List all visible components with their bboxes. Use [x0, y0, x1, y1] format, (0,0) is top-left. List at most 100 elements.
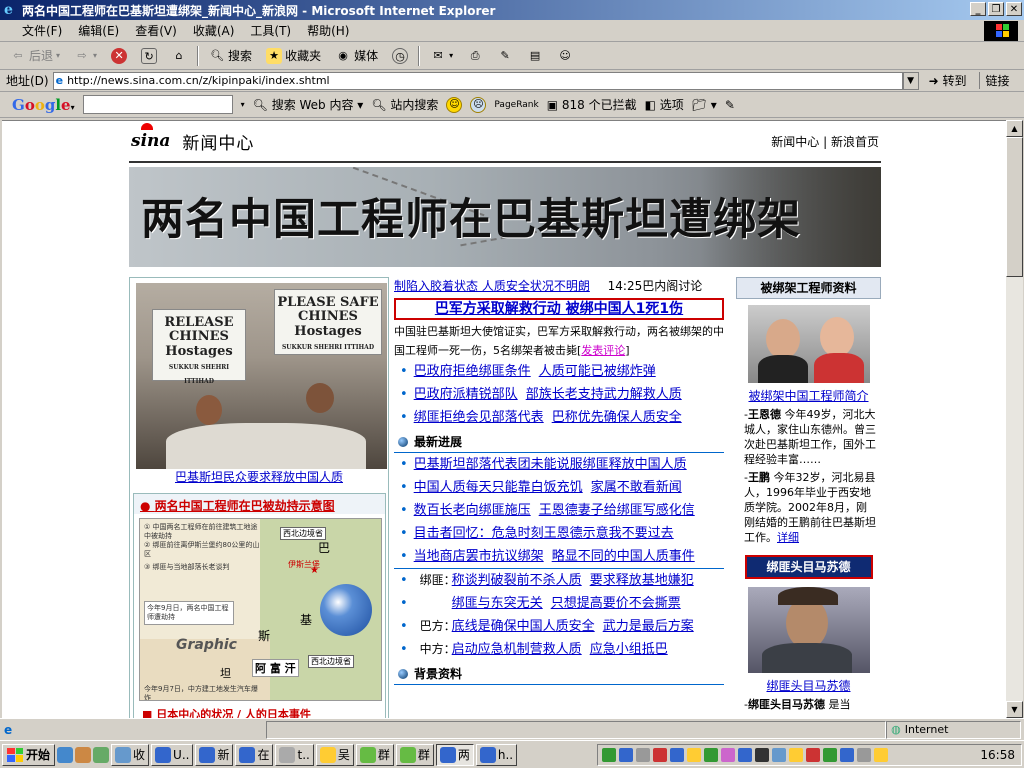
site-search-button[interactable]: 🔍︎ 站内搜索: [371, 96, 438, 113]
history-button[interactable]: ◷: [388, 47, 412, 64]
menu-favorites[interactable]: 收藏(A): [185, 22, 243, 39]
print-button[interactable]: ⎙: [463, 48, 487, 64]
map-title[interactable]: ● 两名中国工程师在巴被劫持示意图: [134, 494, 385, 514]
minimize-button[interactable]: _: [970, 2, 986, 16]
print-icon: ⎙: [470, 48, 480, 62]
clock[interactable]: 16:58: [980, 748, 1015, 762]
more-link[interactable]: 详细: [777, 531, 799, 544]
engineer-photo[interactable]: [747, 305, 870, 383]
ie-logo-icon: e: [4, 2, 13, 18]
nav-news-center[interactable]: 新闻中心: [771, 135, 819, 149]
quicklaunch-ie-icon[interactable]: [57, 746, 74, 763]
tray-icon[interactable]: [619, 748, 633, 762]
kidnapper-leader-button[interactable]: 绑匪头目马苏德: [744, 555, 873, 579]
quicklaunch-app-icon[interactable]: [93, 746, 110, 763]
menu-tools[interactable]: 工具(T): [242, 22, 299, 39]
kidnapper-photo-caption[interactable]: 绑匪头目马苏德: [766, 679, 850, 693]
left-column: RELEASE CHINES Hostages SUKKUR SHEHRI ITT…: [129, 277, 389, 718]
highlight-icon[interactable]: ✎: [725, 98, 735, 112]
tray-icon[interactable]: [636, 748, 650, 762]
protest-photo[interactable]: RELEASE CHINES Hostages SUKKUR SHEHRI ITT…: [136, 283, 387, 469]
tray-icon[interactable]: [874, 748, 888, 762]
options-button[interactable]: ◧ 选项: [645, 96, 684, 113]
vote-up-icon[interactable]: ☺: [446, 96, 463, 113]
protest-photo-caption[interactable]: 巴基斯坦民众要求释放中国人质: [175, 470, 343, 484]
taskbar-item[interactable]: 新: [195, 743, 234, 766]
tray-icon[interactable]: [602, 748, 616, 762]
folder-up-icon[interactable]: 📁︎ ▾: [692, 98, 717, 112]
tray-icon[interactable]: [806, 748, 820, 762]
go-button[interactable]: ➜ 转到: [929, 72, 967, 89]
kidnap-map[interactable]: ① 中国两名工程师在前往建筑工地途中被劫持 ② 绑匪前往离伊斯兰堡约80公里的山…: [139, 518, 382, 701]
media-button[interactable]: ◉ 媒体: [331, 47, 382, 64]
messenger-button[interactable]: ☺: [553, 48, 577, 64]
taskbar-item[interactable]: 群: [395, 743, 434, 766]
vote-down-icon[interactable]: ☹: [470, 96, 487, 113]
address-label: 地址(D): [6, 74, 49, 88]
scroll-down-button[interactable]: ▼: [1006, 701, 1023, 718]
page-icon: e: [55, 74, 64, 87]
tray-icon[interactable]: [687, 748, 701, 762]
scroll-up-button[interactable]: ▲: [1006, 120, 1023, 137]
taskbar-item[interactable]: 群: [355, 743, 394, 766]
menu-file[interactable]: 文件(F): [14, 22, 70, 39]
quicklaunch-desktop-icon[interactable]: [75, 746, 92, 763]
stop-button[interactable]: ✕: [107, 47, 131, 64]
tray-icon[interactable]: [840, 748, 854, 762]
address-input[interactable]: e http://news.sina.com.cn/z/kipinpaki/in…: [52, 71, 903, 90]
sina-logo[interactable]: sina: [131, 123, 170, 151]
nav-sina-home[interactable]: 新浪首页: [831, 135, 879, 149]
kidnapper-photo[interactable]: [747, 587, 870, 673]
search-button[interactable]: 🔍︎ 搜索: [205, 47, 256, 64]
forward-button[interactable]: ⇨ ▾: [70, 48, 101, 64]
google-search-input[interactable]: [82, 95, 233, 114]
menu-view[interactable]: 查看(V): [127, 22, 185, 39]
taskbar-item-active[interactable]: 两: [435, 743, 474, 766]
menu-help[interactable]: 帮助(H): [299, 22, 357, 39]
topic-banner: 两名中国工程师在巴基斯坦遭绑架: [129, 167, 881, 267]
tray-icon[interactable]: [789, 748, 803, 762]
tray-icon[interactable]: [738, 748, 752, 762]
tray-icon[interactable]: [721, 748, 735, 762]
close-button[interactable]: ✕: [1006, 2, 1022, 16]
vertical-scrollbar[interactable]: ▲ ▼: [1006, 120, 1023, 718]
popup-blocker[interactable]: ▣ 818 个已拦截: [547, 96, 637, 113]
tray-icon[interactable]: [772, 748, 786, 762]
tray-icon[interactable]: [823, 748, 837, 762]
back-button[interactable]: ⇦ 后退 ▾: [6, 47, 64, 64]
engineer-photo-caption[interactable]: 被绑架中国工程师简介: [748, 389, 868, 403]
taskbar-item[interactable]: t..: [275, 743, 314, 766]
search-web-button[interactable]: 🔍︎ 搜索 Web 内容 ▾: [253, 96, 364, 113]
pagerank-indicator[interactable]: PageRank: [494, 100, 538, 110]
taskbar-item[interactable]: U..: [151, 743, 194, 766]
ticker-link-1[interactable]: 制陷入胶着状态 人质安全状况不明朗: [394, 279, 590, 293]
links-button[interactable]: 链接: [978, 72, 1010, 89]
tray-icon[interactable]: [670, 748, 684, 762]
window-titlebar[interactable]: e 两名中国工程师在巴基斯坦遭绑架_新闻中心_新浪网 - Microsoft I…: [0, 0, 1024, 20]
headline-link[interactable]: 巴军方采取解救行动 被绑中国人1死1伤: [435, 301, 683, 317]
list-item: 绑匪拒绝会见部落代表巴称优先确保人质安全: [394, 406, 724, 429]
start-button[interactable]: 开始: [2, 743, 56, 766]
menu-edit[interactable]: 编辑(E): [70, 22, 127, 39]
edit-button[interactable]: ✎: [493, 48, 517, 64]
tray-icon[interactable]: [857, 748, 871, 762]
taskbar-item[interactable]: 收: [111, 743, 150, 766]
comment-link[interactable]: 发表评论: [581, 344, 625, 357]
home-button[interactable]: ⌂: [167, 48, 191, 64]
tray-icon[interactable]: [755, 748, 769, 762]
tray-icon[interactable]: [704, 748, 718, 762]
scroll-thumb[interactable]: [1006, 137, 1023, 277]
favorites-button[interactable]: ★ 收藏夹: [262, 47, 325, 64]
history-icon: ◷: [392, 47, 409, 64]
maximize-button[interactable]: ❐: [988, 2, 1004, 16]
taskbar-item[interactable]: 在: [235, 743, 274, 766]
taskbar-item[interactable]: 吴: [315, 743, 354, 766]
discuss-button[interactable]: ▤: [523, 48, 547, 64]
google-logo[interactable]: Google▾: [12, 96, 75, 114]
favorites-folder-icon: ★: [266, 47, 283, 64]
refresh-button[interactable]: ↻: [137, 47, 161, 64]
mail-button[interactable]: ✉ ▾: [426, 48, 457, 64]
address-dropdown-button[interactable]: ▼: [902, 71, 919, 90]
tray-icon[interactable]: [653, 748, 667, 762]
taskbar-item[interactable]: h..: [475, 743, 518, 766]
